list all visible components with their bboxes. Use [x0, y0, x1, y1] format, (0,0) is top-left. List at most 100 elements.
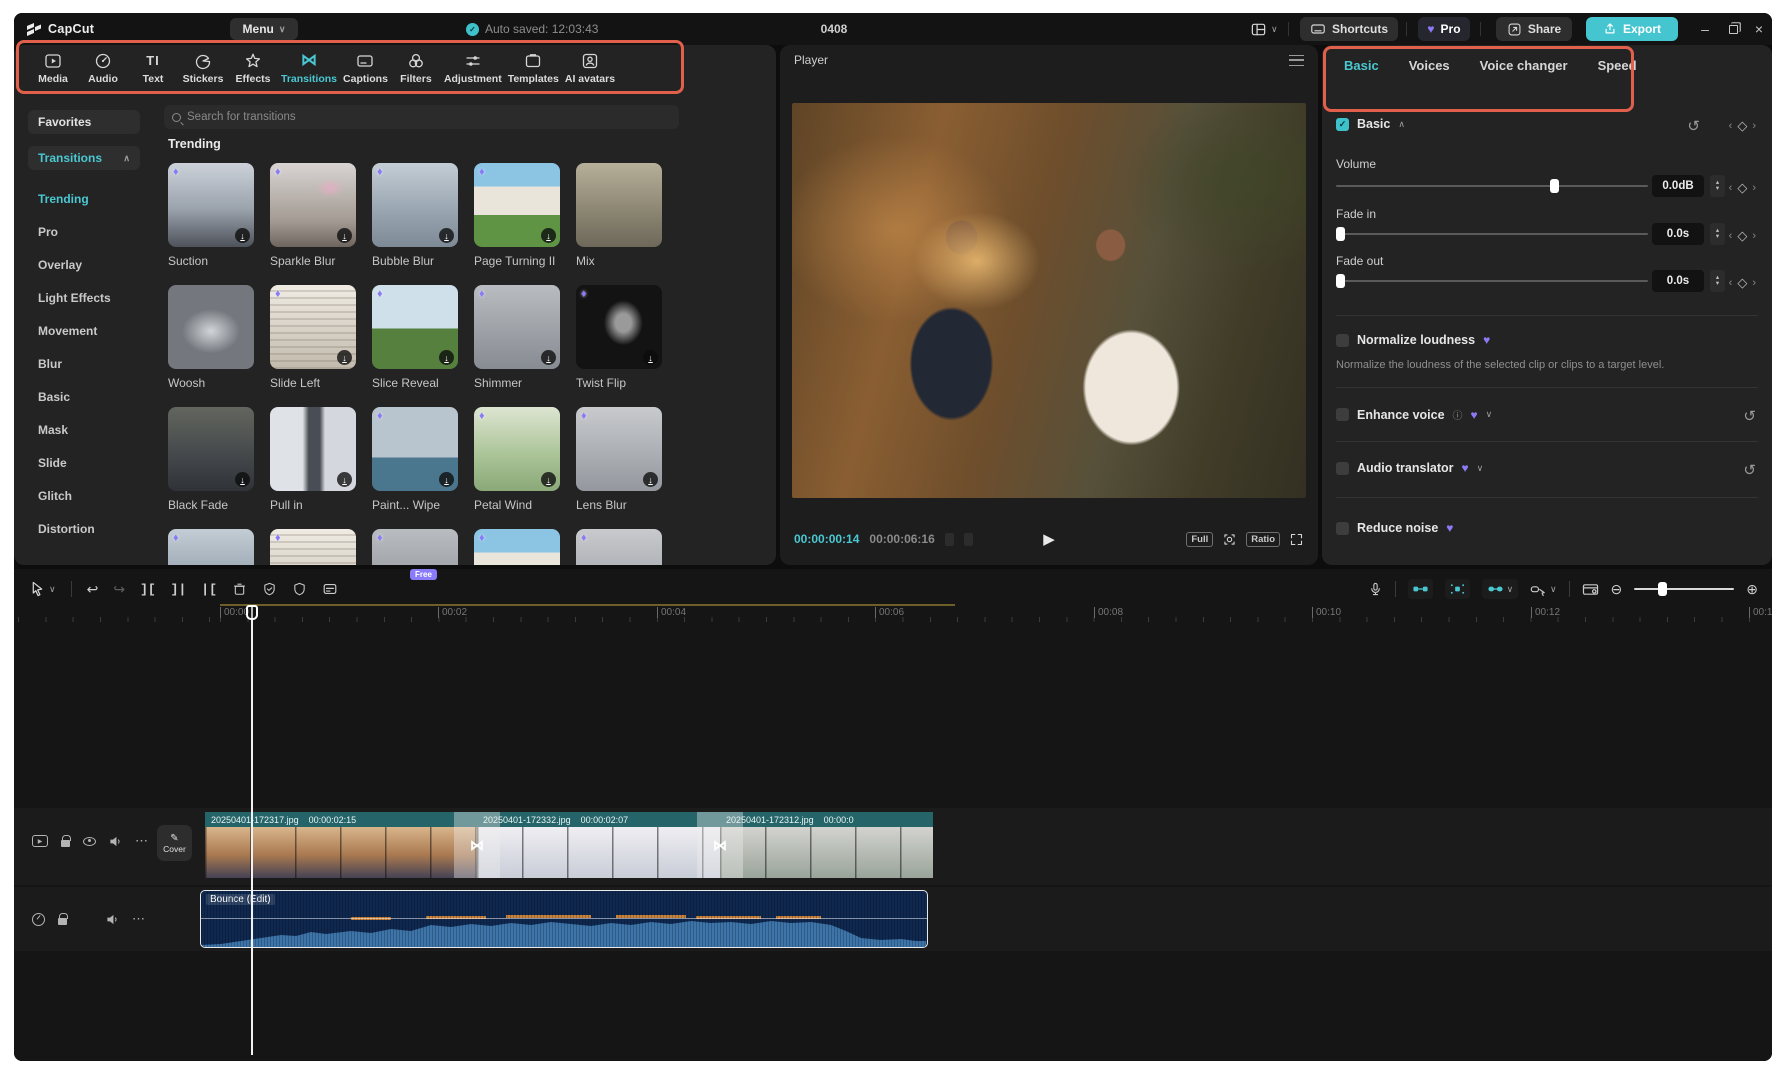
download-icon[interactable]: ↓ [439, 228, 454, 243]
keyframe-prev-icon[interactable]: ‹ [1729, 277, 1733, 289]
playhead-handle[interactable] [246, 605, 258, 620]
export-button[interactable]: Export [1586, 17, 1678, 41]
transition-card-partial[interactable]: ♦ [372, 529, 458, 565]
lock-icon[interactable] [61, 840, 70, 847]
mask-shield-icon[interactable] [262, 581, 277, 597]
reset-icon[interactable]: ↺ [1687, 117, 1700, 135]
download-icon[interactable]: ↓ [541, 350, 556, 365]
slider-handle[interactable] [1550, 179, 1559, 193]
download-icon[interactable]: ↓ [337, 350, 352, 365]
transition-card[interactable]: ♦↓ Twist Flip [576, 285, 662, 397]
ribbon-tab-templates[interactable]: Templates [505, 49, 562, 95]
delete-icon[interactable] [232, 581, 247, 597]
tab-voices[interactable]: Voices [1409, 58, 1450, 73]
keyframe-diamond-icon[interactable]: ◇ [1737, 118, 1747, 134]
ribbon-tab-transitions[interactable]: ⋈ Transitions [278, 49, 340, 95]
ribbon-tab-text[interactable]: TI Text [128, 49, 178, 95]
ribbon-tab-filters[interactable]: Filters [391, 49, 441, 95]
select-tool[interactable]: ∨ [30, 581, 56, 597]
sidebar-item-glitch[interactable]: Glitch [14, 479, 154, 512]
download-icon[interactable]: ↓ [337, 472, 352, 487]
sidebar-item-mask[interactable]: Mask [14, 413, 154, 446]
tab-basic[interactable]: Basic [1344, 58, 1379, 73]
ribbon-tab-stickers[interactable]: Stickers [178, 49, 228, 95]
zoom-in-icon[interactable]: ⊕ [1746, 581, 1758, 598]
fade-out-slider[interactable] [1336, 280, 1648, 282]
sidebar-item-pro[interactable]: Pro [14, 215, 154, 248]
download-icon[interactable]: ↓ [541, 472, 556, 487]
transition-card[interactable]: ♦↓ Suction [168, 163, 254, 275]
transition-card[interactable]: ♦↓ Sparkle Blur [270, 163, 356, 275]
search-input[interactable] [187, 111, 671, 123]
fade-in-slider[interactable] [1336, 233, 1648, 235]
transition-card-partial[interactable]: ♦ [474, 529, 560, 565]
transition-card[interactable]: ↓ Black Fade [168, 407, 254, 519]
redo-icon[interactable]: ↪ [113, 581, 125, 598]
tab-speed[interactable]: Speed [1598, 58, 1637, 73]
transition-card-partial[interactable]: ♦ [270, 529, 356, 565]
transition-card[interactable]: ♦↓ Page Turning II [474, 163, 560, 275]
more-options-icon[interactable]: ⋯ [132, 911, 146, 927]
video-preview[interactable] [792, 103, 1306, 498]
checkbox-enhance-voice[interactable] [1336, 408, 1349, 421]
transition-card[interactable]: ♦↓ Slice Reveal [372, 285, 458, 397]
sidebar-item-overlay[interactable]: Overlay [14, 248, 154, 281]
checkbox-basic[interactable]: ✓ [1336, 118, 1349, 131]
transition-marker[interactable]: ⋈ [454, 812, 500, 878]
keyframe-next-icon[interactable]: › [1752, 230, 1756, 242]
volume-line[interactable] [201, 918, 927, 919]
pointer-link-tool[interactable]: ∨ [1530, 582, 1557, 597]
checkbox-normalize[interactable] [1336, 334, 1349, 347]
auto-captions-icon[interactable] [322, 581, 338, 597]
download-icon[interactable]: ↓ [337, 228, 352, 243]
mute-speaker-icon[interactable] [109, 835, 122, 848]
edit-cover-button[interactable]: ✎ Cover [157, 825, 192, 861]
sidebar-group-transitions[interactable]: Transitions ∧ [28, 146, 140, 170]
fade-out-value[interactable]: 0.0s [1652, 270, 1704, 292]
search-bar[interactable] [164, 105, 679, 129]
transition-card[interactable]: ♦↓ Shimmer [474, 285, 560, 397]
shortcuts-button[interactable]: Shortcuts [1300, 17, 1398, 41]
close-button[interactable]: × [1746, 13, 1772, 45]
fade-in-value[interactable]: 0.0s [1652, 223, 1704, 245]
keyframe-prev-icon[interactable]: ‹ [1729, 230, 1733, 242]
sidebar-item-trending[interactable]: Trending [14, 182, 154, 215]
keyframe-next-icon[interactable]: › [1752, 182, 1756, 194]
download-icon[interactable]: ↓ [643, 472, 658, 487]
ratio-button[interactable]: Ratio [1246, 532, 1280, 547]
more-options-icon[interactable]: ⋯ [135, 833, 149, 849]
transition-card[interactable]: ♦↓ Slide Left [270, 285, 356, 397]
delete-right-icon[interactable]: |[ [201, 582, 217, 597]
fade-out-stepper[interactable]: ▴▾ [1710, 270, 1725, 292]
slider-handle[interactable] [1336, 274, 1345, 288]
track-preview-icon[interactable] [1582, 582, 1599, 597]
ribbon-tab-ai-avatars[interactable]: AI avatars [562, 49, 618, 95]
timecode-current[interactable]: 00:00:00:14 [794, 532, 859, 546]
restore-button[interactable] [1720, 13, 1746, 45]
download-icon[interactable]: ↓ [439, 350, 454, 365]
magnetic-snap-toggle[interactable] [1408, 579, 1433, 599]
keyframe-next-icon[interactable]: › [1752, 120, 1756, 132]
menu-button[interactable]: Menu ∨ [230, 18, 298, 40]
collapse-icon[interactable]: ∧ [1398, 119, 1405, 130]
keyframe-diamond-icon[interactable]: ◇ [1737, 275, 1747, 291]
frame-step-icon[interactable] [945, 533, 954, 546]
video-clip-1[interactable]: 20250401-172317.jpg00:00:02:15 [205, 812, 477, 878]
transition-marker[interactable]: ⋈ [697, 812, 743, 878]
sidebar-item-distortion[interactable]: Distortion [14, 512, 154, 545]
sidebar-item-favorites[interactable]: Favorites [28, 110, 140, 134]
keyframe-diamond-icon[interactable]: ◇ [1737, 228, 1747, 244]
video-clip-2[interactable]: 20250401-172332.jpg00:00:02:07 [477, 812, 720, 878]
download-icon[interactable]: ↓ [439, 472, 454, 487]
transition-card-partial[interactable]: ♦ [576, 529, 662, 565]
slider-handle[interactable] [1658, 582, 1667, 596]
zoom-out-icon[interactable]: ⊖ [1611, 581, 1623, 598]
full-button[interactable]: Full [1186, 532, 1213, 547]
download-icon[interactable]: ↓ [235, 472, 250, 487]
download-icon[interactable]: ↓ [643, 350, 658, 365]
mute-speaker-icon[interactable] [106, 913, 119, 926]
timeline-zoom-slider[interactable] [1634, 588, 1734, 590]
download-icon[interactable]: ↓ [235, 228, 250, 243]
chevron-down-icon[interactable]: ∨ [1486, 409, 1493, 420]
shield-icon[interactable] [292, 581, 307, 597]
